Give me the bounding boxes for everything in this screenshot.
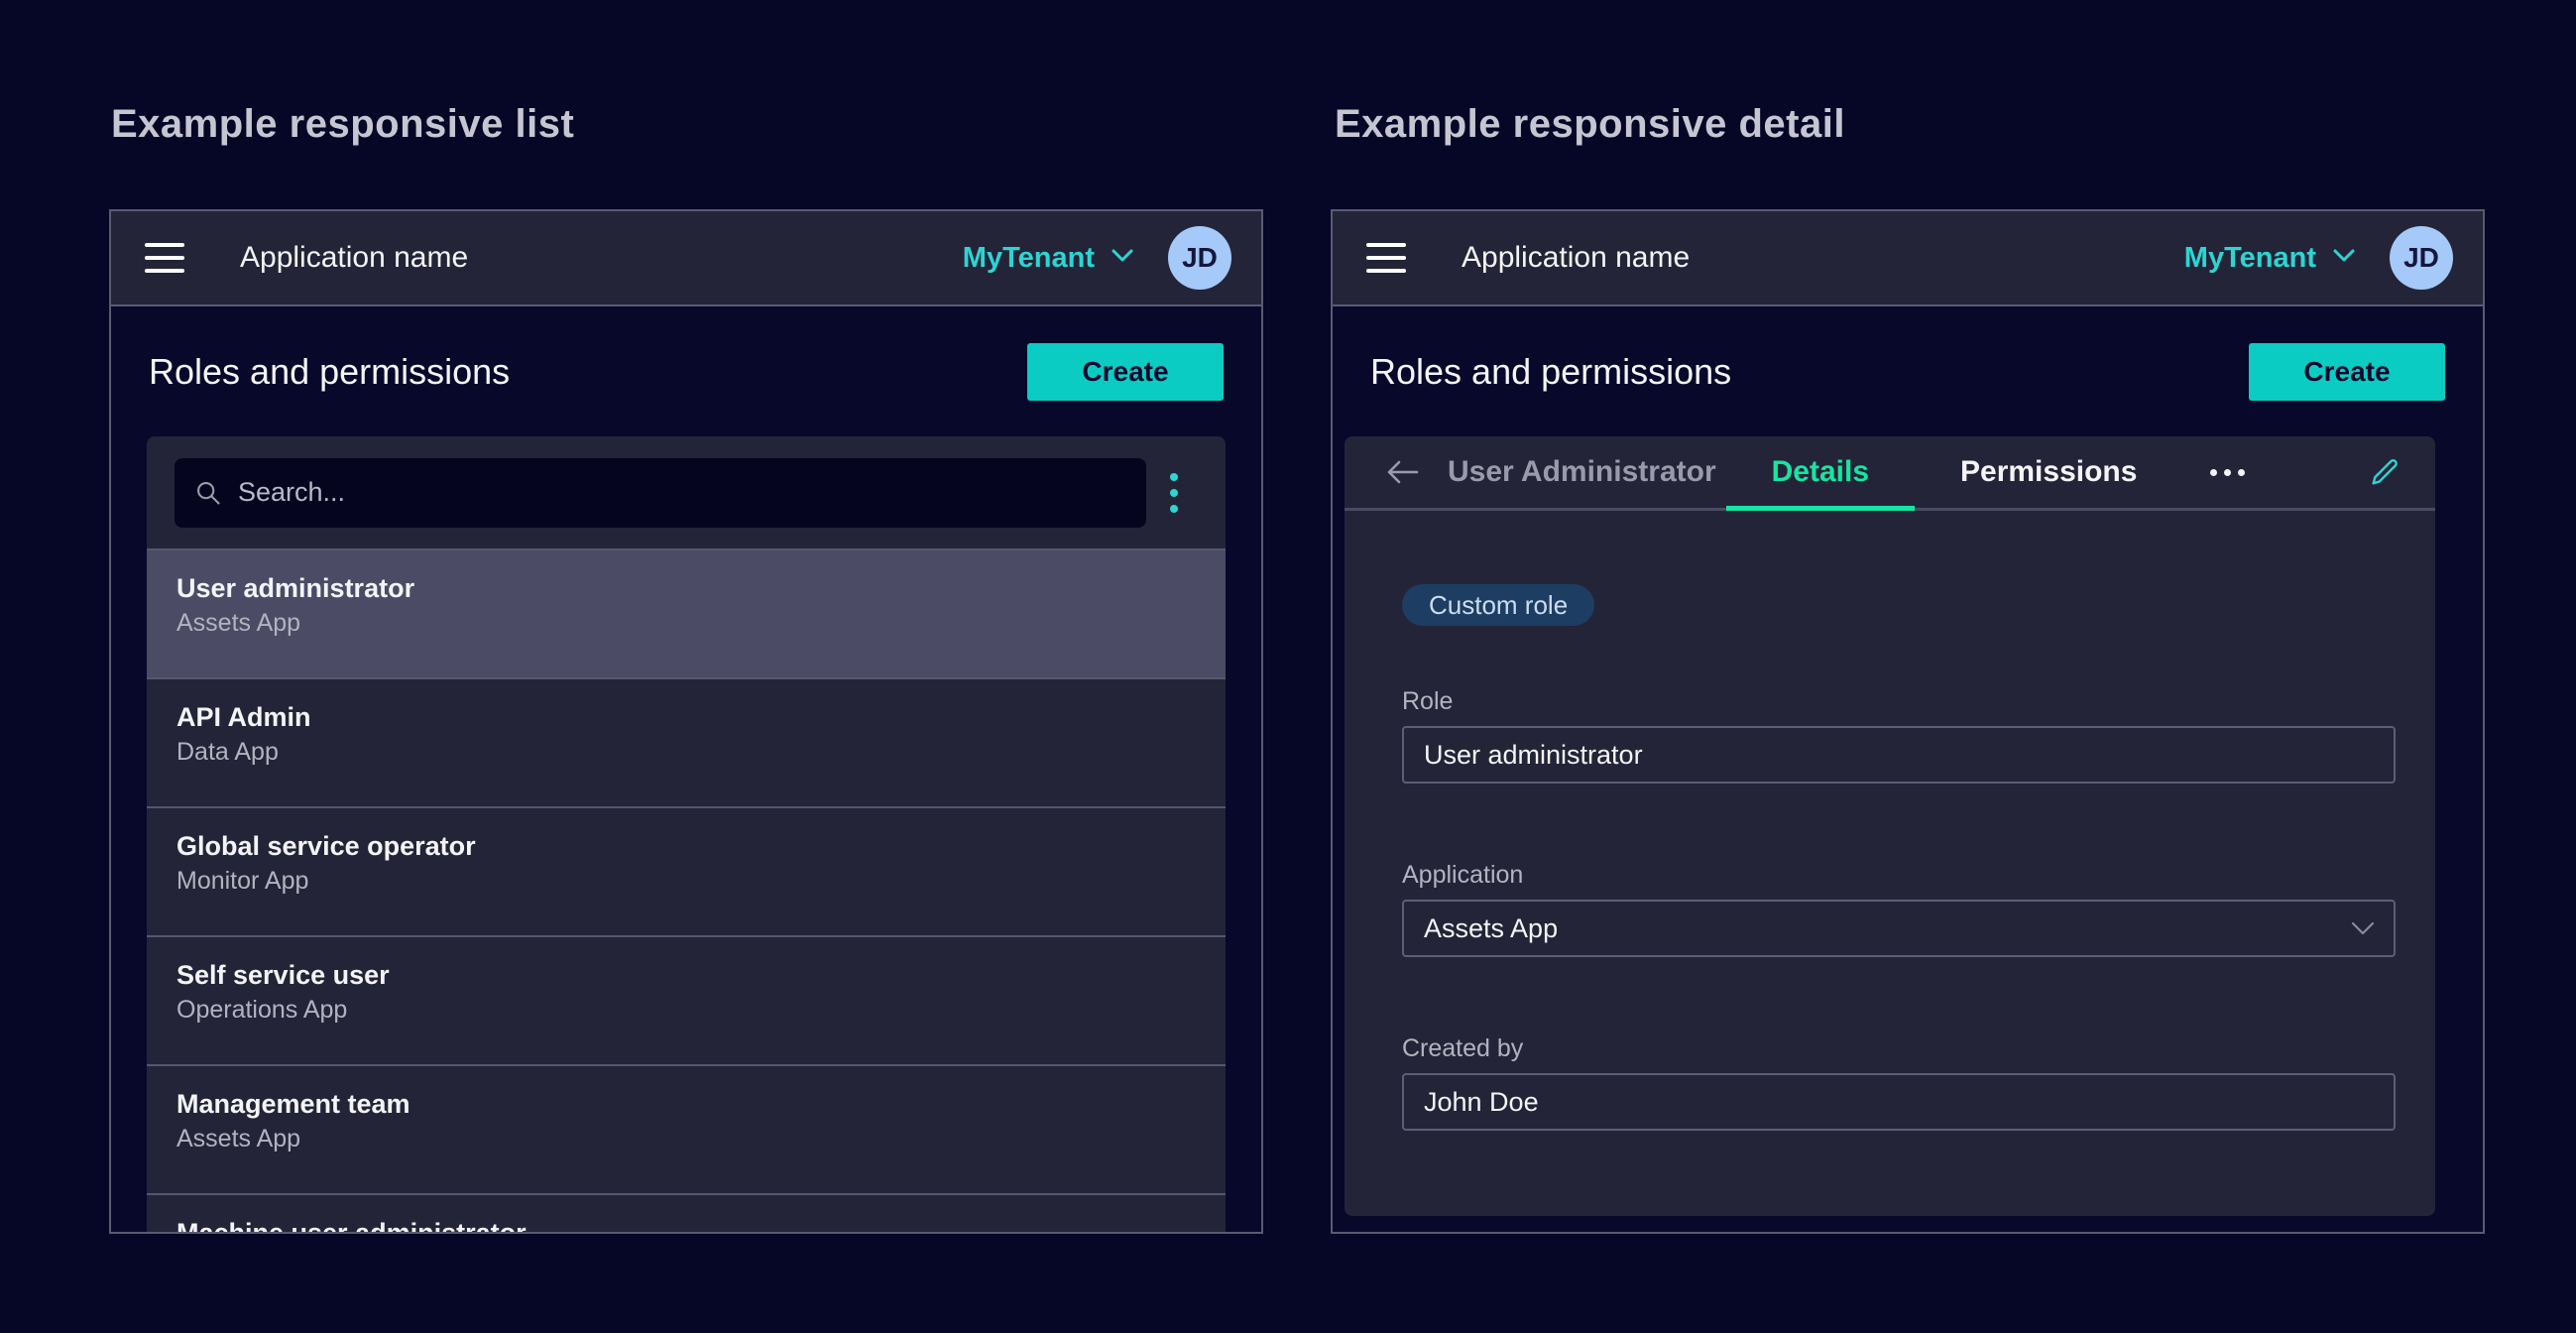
application-select-value: Assets App (1424, 913, 1558, 944)
arrow-left-icon (1384, 457, 1420, 487)
detail-role-title: User Administrator (1448, 455, 1716, 489)
menu-icon[interactable] (1366, 243, 1406, 273)
page-title: Roles and permissions (149, 351, 510, 393)
role-title: User administrator (176, 570, 1196, 606)
role-subtitle: Assets App (176, 1122, 1196, 1155)
create-button[interactable]: Create (2249, 343, 2445, 401)
pencil-icon (2368, 455, 2401, 489)
page-title: Roles and permissions (1370, 351, 1731, 393)
role-detail-card: User Administrator Details Permissions C… (1345, 436, 2435, 1216)
list-example-title: Example responsive list (111, 102, 574, 147)
tenant-label: MyTenant (2184, 242, 2316, 275)
role-subtitle: Monitor App (176, 864, 1196, 898)
role-title: Self service user (176, 957, 1196, 993)
list-item[interactable]: Machine user administrator (147, 1193, 1226, 1232)
detail-body: Custom role Role Application Assets App … (1345, 511, 2435, 1216)
app-title: Application name (240, 241, 468, 275)
role-subtitle: Operations App (176, 993, 1196, 1027)
list-page-head: Roles and permissions Create (111, 306, 1261, 436)
custom-role-badge: Custom role (1402, 584, 1594, 626)
search-input[interactable] (238, 477, 1126, 508)
field-label-application: Application (1402, 861, 2396, 890)
list-item[interactable]: API Admin Data App (147, 677, 1226, 806)
tab-permissions[interactable]: Permissions (1915, 436, 2182, 508)
search-icon (194, 479, 222, 507)
detail-page-head: Roles and permissions Create (1333, 306, 2483, 436)
tab-label: Details (1772, 455, 1869, 489)
tab-details[interactable]: Details (1726, 436, 1915, 508)
roles-list-card: User administrator Assets App API Admin … (147, 436, 1226, 1232)
avatar[interactable]: JD (2390, 226, 2453, 290)
avatar[interactable]: JD (1168, 226, 1231, 290)
role-subtitle: Assets App (176, 606, 1196, 640)
role-input[interactable] (1402, 726, 2396, 784)
field-label-created-by: Created by (1402, 1034, 2396, 1063)
back-button[interactable] (1384, 457, 1420, 487)
app-bar: Application name MyTenant JD (111, 211, 1261, 306)
app-title: Application name (1462, 241, 1690, 275)
menu-icon[interactable] (145, 243, 184, 273)
app-bar: Application name MyTenant JD (1333, 211, 2483, 306)
search-row (147, 436, 1226, 548)
tenant-selector[interactable]: MyTenant (963, 242, 1134, 275)
application-select[interactable]: Assets App (1402, 900, 2396, 957)
tenant-selector[interactable]: MyTenant (2184, 242, 2356, 275)
created-by-input[interactable] (1402, 1073, 2396, 1131)
create-button[interactable]: Create (1027, 343, 1224, 401)
list-item[interactable]: Self service user Operations App (147, 935, 1226, 1064)
chevron-down-icon (2332, 248, 2356, 268)
canvas: Example responsive list Example responsi… (0, 0, 2576, 1333)
search-box[interactable] (175, 458, 1146, 528)
list-item[interactable]: User administrator Assets App (147, 548, 1226, 677)
chevron-down-icon (1111, 248, 1134, 268)
edit-button[interactable] (2368, 455, 2401, 489)
role-title: Global service operator (176, 828, 1196, 864)
list-example-panel: Application name MyTenant JD Roles and p… (109, 209, 1263, 1234)
chevron-down-icon (2350, 920, 2376, 936)
field-label-role: Role (1402, 687, 2396, 716)
detail-example-panel: Application name MyTenant JD Roles and p… (1331, 209, 2485, 1234)
overflow-menu-icon[interactable] (2200, 436, 2255, 508)
tab-label: Permissions (1960, 455, 2137, 489)
kebab-menu-icon[interactable] (1146, 458, 1202, 528)
role-title: API Admin (176, 699, 1196, 735)
tenant-label: MyTenant (963, 242, 1095, 275)
list-item[interactable]: Global service operator Monitor App (147, 806, 1226, 935)
role-subtitle: Data App (176, 735, 1196, 769)
role-title: Machine user administrator (176, 1215, 1196, 1232)
active-tab-underline (1726, 506, 1915, 511)
detail-example-title: Example responsive detail (1335, 102, 1845, 147)
detail-header: User Administrator Details Permissions (1345, 436, 2435, 511)
list-item[interactable]: Management team Assets App (147, 1064, 1226, 1193)
role-title: Management team (176, 1086, 1196, 1122)
